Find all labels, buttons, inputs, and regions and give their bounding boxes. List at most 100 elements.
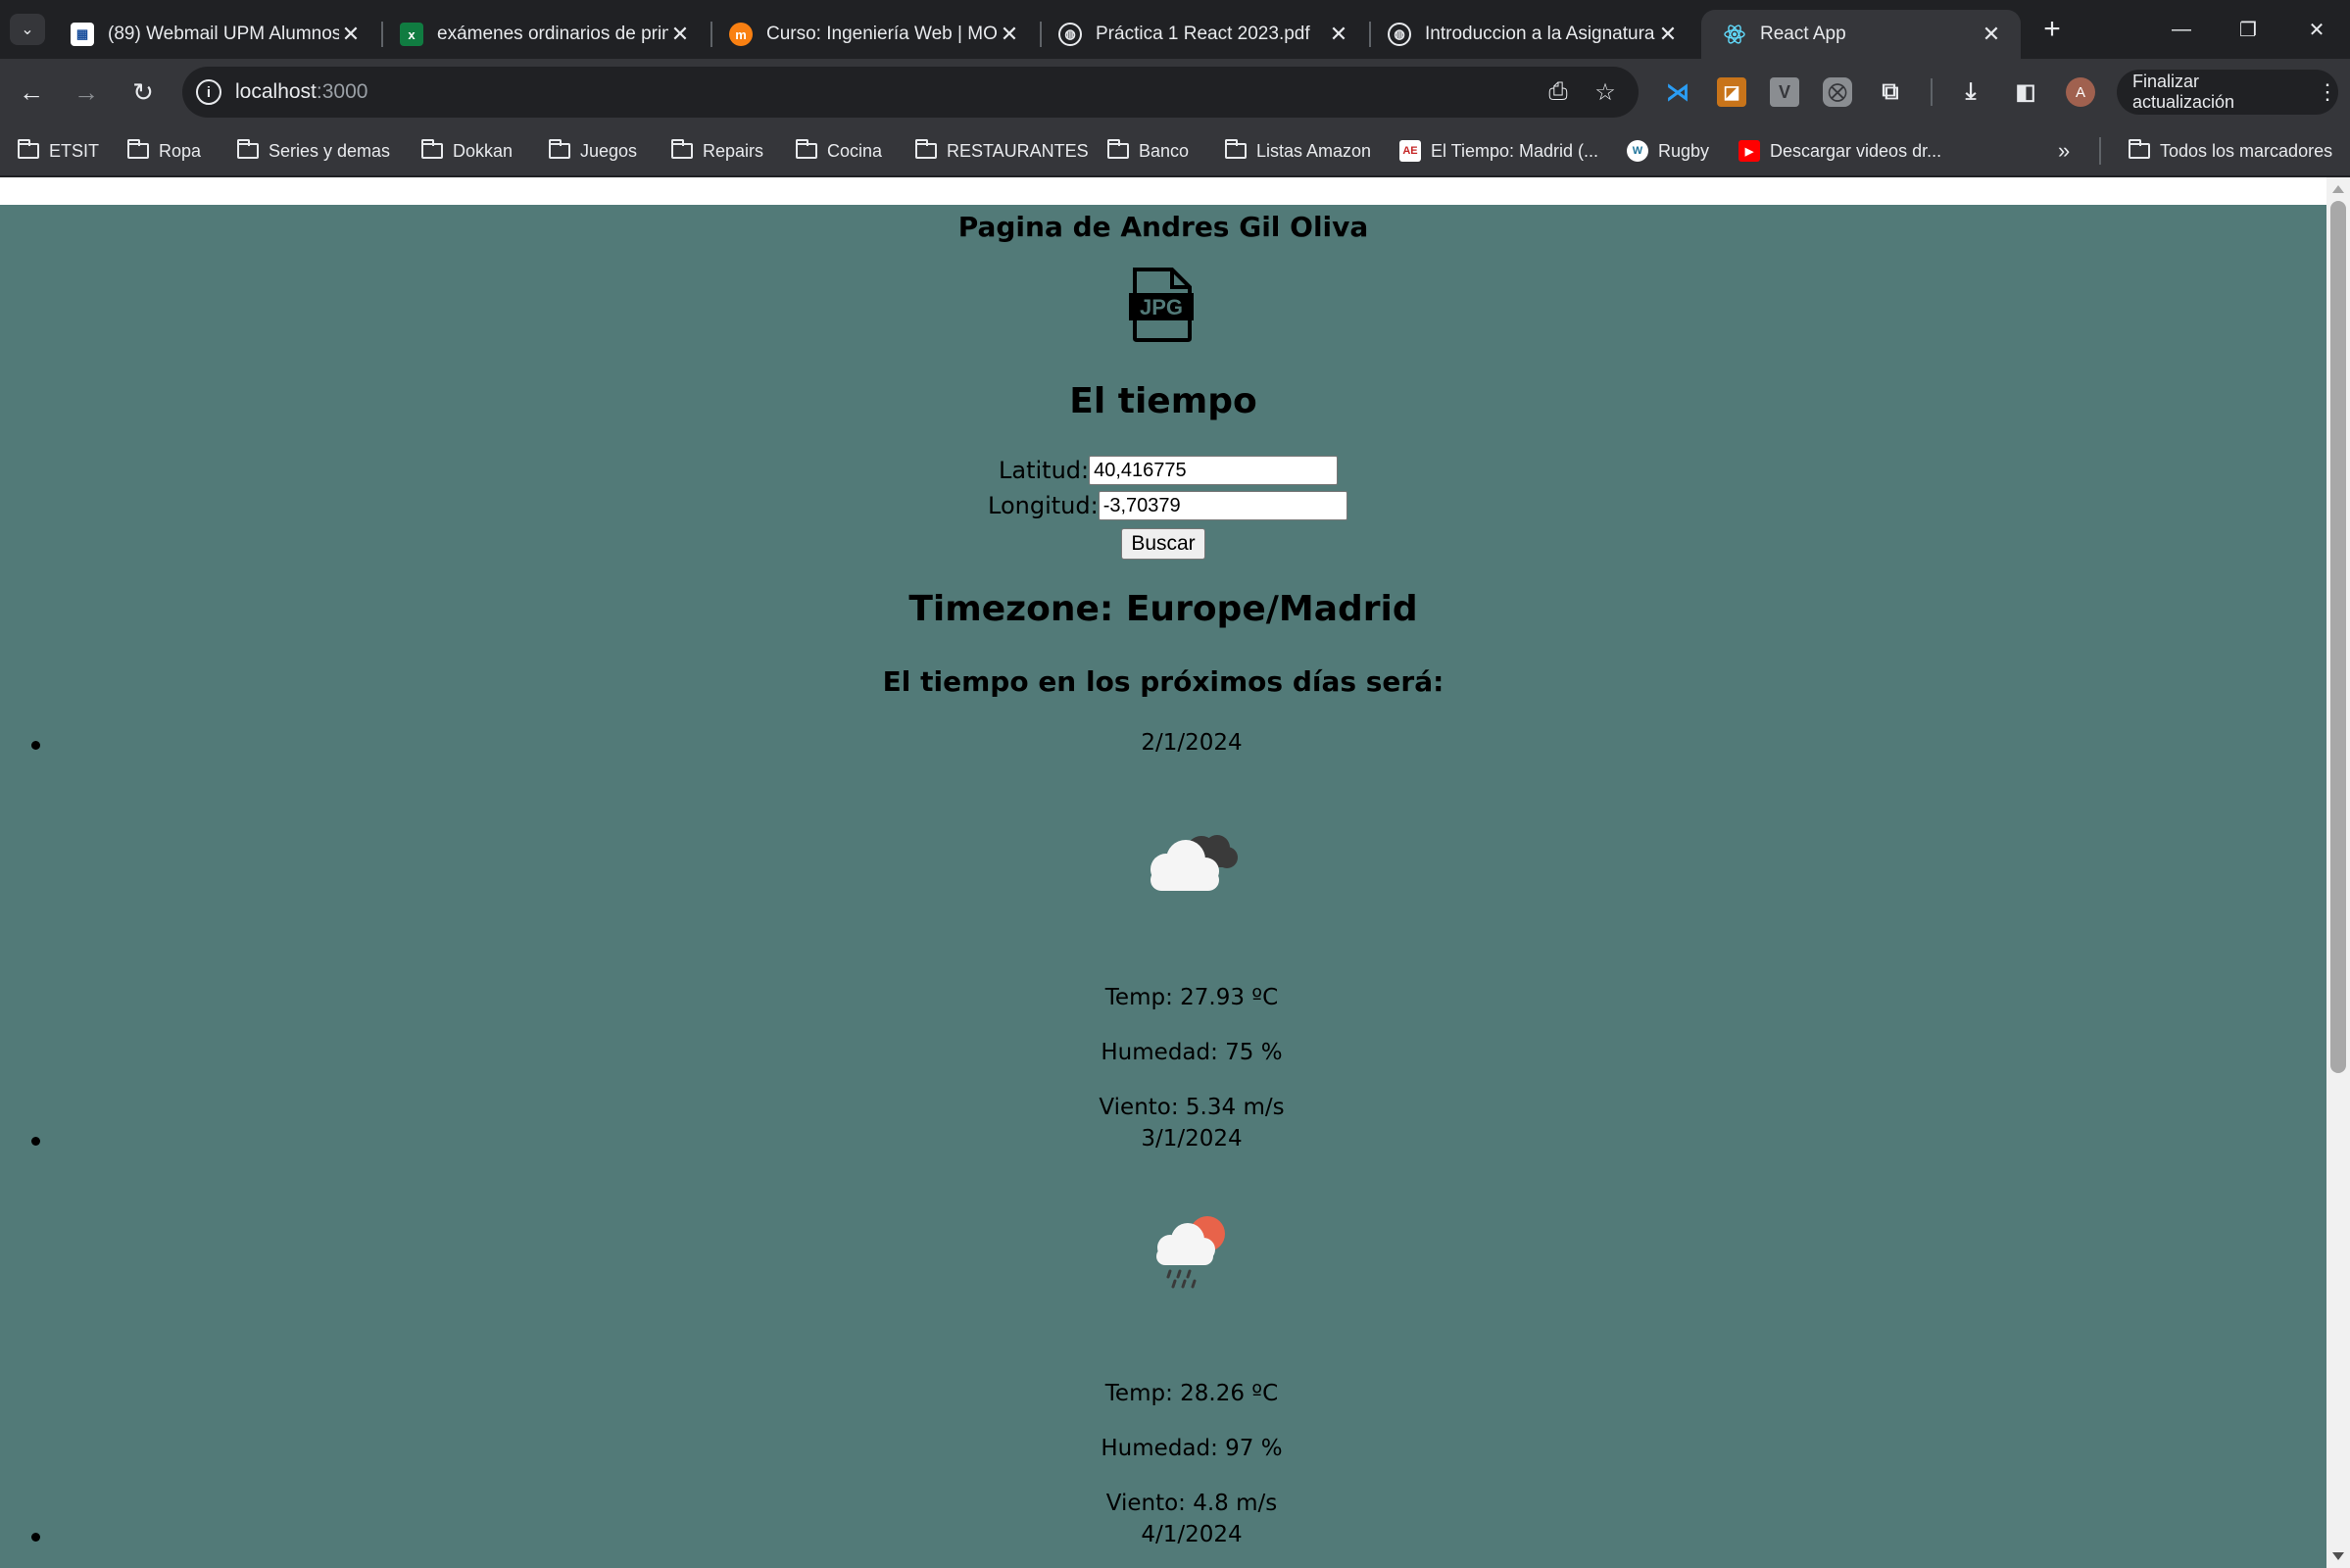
- close-tab-icon[interactable]: ✕: [668, 22, 692, 47]
- eltiempo-favicon-icon: AE: [1399, 140, 1421, 162]
- folder-icon: [237, 139, 259, 159]
- site-info-icon[interactable]: i: [196, 79, 221, 105]
- vscode-extension-icon[interactable]: ⋊: [1663, 77, 1692, 107]
- folder-icon: [1225, 139, 1247, 159]
- day-temperature: Temp: 27.93 ºC: [1104, 985, 1279, 1010]
- tab-title: Introduccion a la Asignatura: [1425, 24, 1655, 44]
- bookmark-descargar-videos[interactable]: ▶ Descargar videos dr...: [1738, 135, 1941, 167]
- react-app: Pagina de Andres Gil Oliva JPG El tiempo…: [0, 205, 2326, 1568]
- globe-favicon-icon: ◍: [1388, 23, 1411, 46]
- day-date: 4/1/2024: [1141, 1522, 1243, 1547]
- bookmarks-separator: [2099, 137, 2101, 165]
- tab-practica-pdf[interactable]: ◍ Práctica 1 React 2023.pdf ✕: [1037, 10, 1368, 59]
- menu-dots-icon: ⋮: [2317, 79, 2338, 104]
- folder-icon: [796, 139, 817, 159]
- tab-title: React App: [1760, 24, 1846, 44]
- tab-introduccion[interactable]: ◍ Introduccion a la Asignatura ✕: [1366, 10, 1697, 59]
- latitude-row: Latitud:: [999, 456, 1339, 485]
- scroll-down-arrow-icon[interactable]: [2332, 1552, 2344, 1560]
- bookmark-juegos[interactable]: Juegos: [549, 135, 637, 167]
- bookmark-ropa[interactable]: Ropa: [127, 135, 201, 167]
- bookmark-cocina[interactable]: Cocina: [796, 135, 882, 167]
- longitude-row: Longitud:: [988, 491, 1347, 520]
- moodle-favicon-icon: m: [729, 23, 753, 46]
- folder-icon: [421, 139, 443, 159]
- jpg-file-icon: JPG: [1129, 268, 1194, 342]
- tab-examenes[interactable]: x exámenes ordinarios de prim ✕: [378, 10, 710, 59]
- folder-icon: [915, 139, 937, 159]
- toolbar-separator: [1931, 78, 1933, 106]
- tab-webmail[interactable]: ▦ (89) Webmail UPM Alumnos ✕: [49, 10, 380, 59]
- finish-update-label: Finalizar actualización: [2132, 72, 2235, 112]
- page-scrollbar[interactable]: [2326, 177, 2350, 1568]
- rain-sun-icon: [1156, 1216, 1225, 1289]
- tab-title: Práctica 1 React 2023.pdf: [1096, 24, 1310, 44]
- downloads-icon[interactable]: ⤓: [1956, 77, 1985, 107]
- close-window-icon[interactable]: ✕: [2287, 10, 2346, 49]
- tab-bar: ⌄ ▦ (89) Webmail UPM Alumnos ✕ x exámene…: [0, 0, 2350, 59]
- tab-moodle[interactable]: m Curso: Ingeniería Web | MOO ✕: [708, 10, 1039, 59]
- scroll-thumb[interactable]: [2330, 201, 2346, 1073]
- close-tab-icon[interactable]: ✕: [1656, 22, 1680, 47]
- longitude-input[interactable]: [1098, 491, 1347, 520]
- wordpress-icon: W: [1627, 140, 1648, 162]
- excel-favicon-icon: x: [400, 23, 423, 46]
- finish-update-button[interactable]: Finalizar actualización ⋮: [2117, 70, 2338, 115]
- page-title: Pagina de Andres Gil Oliva: [957, 211, 1369, 243]
- youtube-icon: ▶: [1738, 140, 1760, 162]
- side-panel-icon[interactable]: ◧: [2011, 77, 2040, 107]
- extension-v-icon[interactable]: V: [1770, 77, 1799, 107]
- forward-icon[interactable]: →: [65, 71, 108, 114]
- bookmark-series[interactable]: Series y demas: [237, 135, 390, 167]
- bookmark-listas-amazon[interactable]: Listas Amazon: [1225, 135, 1371, 167]
- browser-toolbar: ← → ↻ i localhost:3000 ⎙ ☆: [0, 59, 2350, 125]
- close-tab-icon[interactable]: ✕: [1327, 22, 1350, 47]
- scroll-up-arrow-icon[interactable]: [2332, 185, 2344, 193]
- day-wind: Viento: 4.8 m/s: [1105, 1491, 1278, 1516]
- bookmark-repairs[interactable]: Repairs: [671, 135, 763, 167]
- folder-icon: [549, 139, 570, 159]
- minimize-icon[interactable]: —: [2152, 10, 2211, 49]
- bookmark-banco[interactable]: Banco: [1107, 135, 1189, 167]
- url-text[interactable]: localhost:3000: [235, 80, 367, 104]
- tab-react-app[interactable]: React App ✕: [1701, 10, 2021, 59]
- day-wind: Viento: 5.34 m/s: [1099, 1095, 1285, 1120]
- folder-icon: [18, 139, 39, 159]
- extension-grey-icon[interactable]: ⛒: [1823, 77, 1852, 107]
- new-tab-icon[interactable]: +: [2034, 12, 2070, 47]
- bookmark-dokkan[interactable]: Dokkan: [421, 135, 513, 167]
- bookmark-el-tiempo[interactable]: AE El Tiempo: Madrid (...: [1399, 135, 1598, 167]
- close-tab-icon[interactable]: ✕: [998, 22, 1021, 47]
- reload-icon[interactable]: ↻: [122, 71, 165, 114]
- folder-icon: [2129, 139, 2150, 159]
- back-icon[interactable]: ←: [10, 71, 53, 114]
- extensions-puzzle-icon[interactable]: ⧉: [1876, 77, 1905, 107]
- list-bullet: [31, 741, 40, 750]
- timezone-heading: Timezone: Europe/Madrid: [908, 589, 1418, 629]
- globe-favicon-icon: ◍: [1058, 23, 1082, 46]
- close-tab-icon[interactable]: ✕: [339, 22, 363, 47]
- bookmark-etsit[interactable]: ETSIT: [18, 135, 99, 167]
- day-humidity: Humedad: 75 %: [1101, 1040, 1283, 1065]
- tab-search-chevron-icon[interactable]: ⌄: [10, 14, 45, 45]
- extension-orange-icon[interactable]: ◪: [1717, 77, 1746, 107]
- day-date: 2/1/2024: [1141, 730, 1243, 756]
- address-bar[interactable]: i localhost:3000 ⎙ ☆: [182, 67, 1639, 118]
- folder-icon: [1107, 139, 1129, 159]
- bookmark-star-icon[interactable]: ☆: [1590, 76, 1621, 108]
- all-bookmarks[interactable]: Todos los marcadores: [2129, 135, 2332, 167]
- close-tab-icon[interactable]: ✕: [1980, 22, 2003, 47]
- restore-icon[interactable]: ❐: [2219, 10, 2277, 49]
- list-bullet: [31, 1533, 40, 1542]
- day-temperature: Temp: 28.26 ºC: [1104, 1381, 1279, 1406]
- latitude-input[interactable]: [1089, 456, 1339, 485]
- bookmark-rugby[interactable]: W Rugby: [1627, 135, 1709, 167]
- tab-title: Curso: Ingeniería Web | MOO: [766, 24, 998, 44]
- day-humidity: Humedad: 97 %: [1101, 1436, 1283, 1461]
- svg-text:JPG: JPG: [1140, 295, 1183, 319]
- bookmark-restaurantes[interactable]: RESTAURANTES: [915, 135, 1089, 167]
- search-button[interactable]: Buscar: [1121, 528, 1205, 560]
- install-app-icon[interactable]: ⎙: [1542, 76, 1574, 108]
- profile-avatar[interactable]: A: [2066, 77, 2095, 107]
- more-bookmarks-icon[interactable]: »: [2058, 135, 2070, 167]
